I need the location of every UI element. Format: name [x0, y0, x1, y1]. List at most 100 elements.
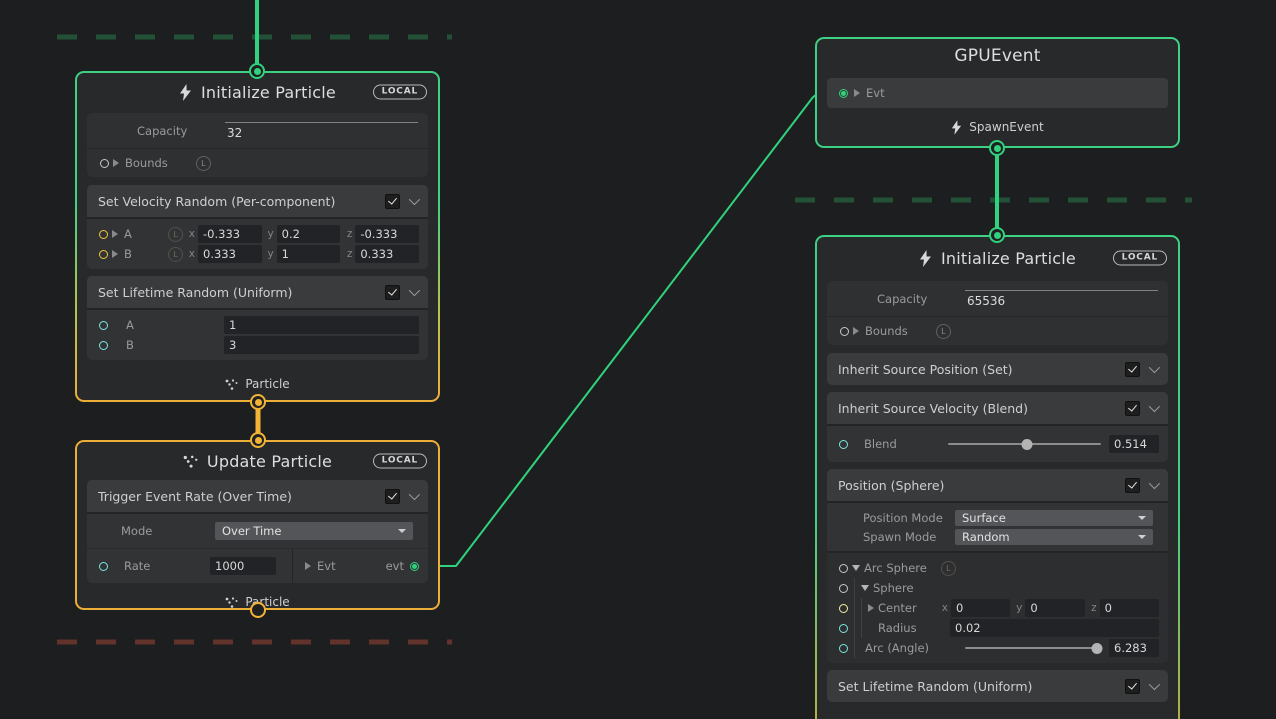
expander-icon[interactable]	[112, 250, 118, 258]
block-enabled-checkbox[interactable]	[1125, 679, 1140, 694]
radius-port[interactable]	[839, 624, 848, 633]
local-space-badge[interactable]: L	[941, 561, 956, 576]
chevron-down-icon[interactable]	[409, 194, 420, 205]
block-enabled-checkbox[interactable]	[1125, 478, 1140, 493]
row-label: A	[108, 318, 224, 332]
chevron-down-icon[interactable]	[1149, 362, 1160, 373]
chevron-down-icon[interactable]	[1149, 478, 1160, 489]
block-enabled-checkbox[interactable]	[1125, 362, 1140, 377]
chevron-down-icon[interactable]	[1149, 401, 1160, 412]
float-port[interactable]	[99, 562, 108, 571]
collapse-icon[interactable]	[852, 565, 860, 571]
block-position-sphere: Position (Sphere) Position Mode Surface	[827, 469, 1168, 663]
vfx-graph-canvas[interactable]: Initialize Particle LOCAL Capacity 32 Bo…	[0, 0, 1276, 719]
evt-input-port[interactable]	[839, 89, 848, 98]
arc-angle-field[interactable]: 6.283	[1109, 639, 1159, 657]
y-field[interactable]: 0.2	[277, 225, 341, 243]
chevron-down-icon[interactable]	[1149, 679, 1160, 690]
x-field[interactable]: 0.333	[198, 245, 262, 263]
local-space-badge[interactable]: L	[196, 156, 211, 171]
capacity-field[interactable]: 65536	[965, 290, 1158, 308]
local-badge: LOCAL	[373, 85, 427, 100]
spawn-input-port-init-left[interactable]	[249, 63, 265, 79]
spawn-mode-dropdown[interactable]: Random	[955, 529, 1153, 545]
block-enabled-checkbox[interactable]	[385, 194, 400, 209]
arc-sphere-port[interactable]	[839, 564, 848, 573]
rate-field[interactable]: 1000	[210, 557, 276, 575]
arc-angle-port[interactable]	[839, 644, 848, 653]
expander-icon[interactable]	[112, 230, 118, 238]
particle-input-port-update[interactable]	[250, 432, 266, 448]
slider-handle[interactable]	[1021, 439, 1032, 450]
vector-port[interactable]	[99, 250, 108, 259]
radius-field[interactable]: 0.02	[950, 619, 1159, 637]
local-space-badge[interactable]: L	[936, 324, 951, 339]
spawn-input-port-init-right[interactable]	[989, 227, 1005, 243]
vector-port[interactable]	[99, 230, 108, 239]
particle-icon	[225, 597, 238, 608]
block-header[interactable]: Set Lifetime Random (Uniform)	[87, 276, 428, 308]
footer-label: Particle	[245, 377, 289, 391]
blend-slider[interactable]	[948, 437, 1101, 451]
float-port[interactable]	[839, 440, 848, 449]
block-enabled-checkbox[interactable]	[385, 489, 400, 504]
bounds-row: Bounds L	[87, 148, 428, 177]
block-enabled-checkbox[interactable]	[1125, 401, 1140, 416]
value-field[interactable]: 3	[224, 336, 419, 354]
indent-guide	[854, 598, 855, 618]
center-port[interactable]	[839, 604, 848, 613]
chevron-down-icon[interactable]	[409, 489, 420, 500]
block-header[interactable]: Inherit Source Velocity (Blend)	[827, 392, 1168, 424]
particle-output-port-init-left[interactable]	[250, 394, 266, 410]
node-initialize-particle-right[interactable]: Initialize Particle LOCAL Capacity 65536…	[815, 235, 1180, 719]
chevron-down-icon[interactable]	[409, 285, 420, 296]
expander-icon[interactable]	[854, 89, 860, 97]
x-field[interactable]: -0.333	[198, 225, 262, 243]
local-space-badge[interactable]: L	[168, 247, 183, 262]
float-port[interactable]	[99, 341, 108, 350]
node-initialize-particle-left[interactable]: Initialize Particle LOCAL Capacity 32 Bo…	[75, 71, 440, 402]
value-field[interactable]: 1	[224, 316, 419, 334]
capacity-field[interactable]: 32	[225, 122, 418, 140]
block-header[interactable]: Set Velocity Random (Per-component)	[87, 185, 428, 217]
local-space-badge[interactable]: L	[168, 227, 183, 242]
position-mode-dropdown[interactable]: Surface	[955, 510, 1153, 526]
edge-evt-to-gpuevent	[433, 92, 840, 566]
bounds-row: Bounds L	[827, 316, 1168, 345]
position-mode-label: Position Mode	[863, 511, 955, 525]
block-header[interactable]: Set Lifetime Random (Uniform)	[827, 670, 1168, 702]
z-field[interactable]: 0.333	[355, 245, 419, 263]
float-port[interactable]	[99, 321, 108, 330]
node-gpuevent[interactable]: GPUEvent Evt SpawnEvent	[815, 37, 1180, 148]
node-title-label: Update Particle	[207, 452, 332, 471]
bounds-port[interactable]	[100, 159, 109, 168]
block-header[interactable]: Inherit Source Position (Set)	[827, 353, 1168, 385]
block-enabled-checkbox[interactable]	[385, 285, 400, 300]
sphere-port[interactable]	[839, 584, 848, 593]
z-field[interactable]: -0.333	[355, 225, 419, 243]
x-field[interactable]: 0	[951, 599, 1010, 617]
slider-handle[interactable]	[1091, 643, 1102, 654]
evt-output-port[interactable]	[410, 562, 419, 571]
bounds-port[interactable]	[840, 327, 849, 336]
block-header[interactable]: Position (Sphere)	[827, 469, 1168, 501]
expander-icon[interactable]	[868, 604, 874, 612]
expander-icon[interactable]	[305, 562, 311, 570]
expander-icon[interactable]	[853, 327, 859, 335]
spawnevent-output-port-gpuevent[interactable]	[989, 140, 1005, 156]
arc-angle-slider[interactable]	[965, 641, 1101, 655]
blend-field[interactable]: 0.514	[1109, 435, 1159, 453]
mode-row: Mode Over Time	[87, 514, 428, 549]
z-field[interactable]: 0	[1100, 599, 1159, 617]
mode-dropdown[interactable]: Over Time	[215, 522, 413, 540]
lightning-icon	[179, 84, 192, 101]
local-badge: LOCAL	[1113, 251, 1167, 266]
particle-output-port-update[interactable]	[250, 602, 266, 618]
node-update-particle[interactable]: Update Particle LOCAL Trigger Event Rate…	[75, 440, 440, 610]
y-field[interactable]: 0	[1025, 599, 1084, 617]
collapse-icon[interactable]	[861, 585, 869, 591]
block-header[interactable]: Trigger Event Rate (Over Time)	[87, 480, 428, 512]
y-field[interactable]: 1	[277, 245, 341, 263]
dropdown-caret-icon	[1138, 535, 1146, 539]
expander-icon[interactable]	[113, 159, 119, 167]
